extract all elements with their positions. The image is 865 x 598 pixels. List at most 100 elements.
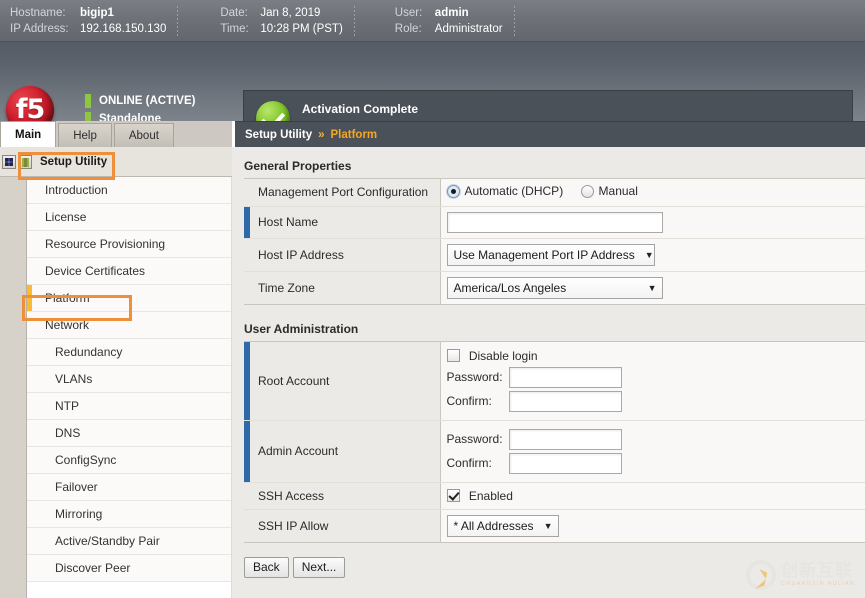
admin-account-label: Admin Account	[244, 420, 440, 482]
sidebar-item-license[interactable]: License	[27, 204, 231, 231]
ssh-access-label: SSH Access	[244, 482, 440, 509]
hostname-value: bigip1	[80, 5, 114, 21]
sidebar-item-mirroring[interactable]: Mirroring	[27, 501, 231, 528]
host-ip-value: Use Management Port IP Address ▼	[440, 238, 865, 271]
tab-about[interactable]: About	[114, 123, 174, 147]
host-info-group: Hostname: bigip1 IP Address: 192.168.150…	[0, 0, 178, 42]
radio-automatic-dhcp[interactable]: Automatic (DHCP)	[447, 184, 574, 198]
admin-account-value: Password: Confirm:	[440, 420, 865, 482]
root-password-input[interactable]	[509, 367, 622, 388]
ip-address-value: 192.168.150.130	[80, 21, 166, 37]
next-button[interactable]: Next...	[293, 557, 346, 578]
sidebar-item-device-certificates[interactable]: Device Certificates	[27, 258, 231, 285]
sidebar-item-active-standby-pair[interactable]: Active/Standby Pair	[27, 528, 231, 555]
host-ip-select[interactable]: Use Management Port IP Address ▼	[447, 244, 655, 266]
admin-password-input[interactable]	[509, 429, 622, 450]
admin-confirm-input[interactable]	[509, 453, 622, 474]
root-account-value: Disable login Password: Confirm:	[440, 341, 865, 420]
chevron-down-icon: ▼	[645, 250, 654, 260]
watermark-en-text: CHUANGXIN HULIAN	[781, 580, 855, 588]
host-ip-label: Host IP Address	[244, 238, 440, 271]
sidebar-item-redundancy[interactable]: Redundancy	[27, 339, 231, 366]
chevron-down-icon: ▼	[544, 521, 553, 531]
breadcrumb-current: Platform	[331, 129, 378, 141]
disable-login-label: Disable login	[469, 349, 538, 363]
root-disable-login-row[interactable]: Disable login	[447, 349, 865, 363]
sidebar-item-introduction[interactable]: Introduction	[27, 177, 231, 204]
sidebar-item-discover-peer[interactable]: Discover Peer	[27, 555, 231, 582]
table-row-ssh-access: SSH Access Enabled	[244, 482, 865, 509]
back-button[interactable]: Back	[244, 557, 289, 578]
management-port-label: Management Port Configuration	[244, 179, 440, 207]
time-zone-value: America/Los Angeles ▼	[440, 271, 865, 304]
sidebar-item-network[interactable]: Network	[27, 312, 231, 339]
ssh-enabled-label: Enabled	[469, 489, 513, 503]
disable-login-checkbox[interactable]	[447, 349, 460, 362]
setup-utility-header[interactable]: Setup Utility	[0, 147, 232, 177]
table-row-admin-account: Admin Account Password: Confirm:	[244, 420, 865, 482]
left-navigation-panel: Setup Utility Introduction License Resou…	[0, 147, 232, 598]
time-key: Time:	[220, 21, 260, 37]
date-value: Jan 8, 2019	[260, 5, 320, 21]
table-row-time-zone: Time Zone America/Los Angeles ▼	[244, 271, 865, 304]
user-key: User:	[395, 5, 435, 21]
radio-manual-icon[interactable]	[581, 185, 594, 198]
tab-main[interactable]: Main	[0, 121, 56, 147]
ssh-access-value[interactable]: Enabled	[440, 482, 865, 509]
sidebar-item-label: License	[45, 210, 86, 224]
pin-icon[interactable]	[18, 155, 32, 169]
radio-manual[interactable]: Manual	[581, 184, 648, 198]
sidebar-item-label: ConfigSync	[55, 453, 116, 467]
status-primary-label: ONLINE (ACTIVE)	[99, 95, 195, 107]
status-indicator-bar	[85, 94, 91, 108]
ssh-ip-allow-select[interactable]: * All Addresses ▼	[447, 515, 559, 537]
sidebar-item-configsync[interactable]: ConfigSync	[27, 447, 231, 474]
sidebar-item-label: DNS	[55, 426, 80, 440]
general-properties-table: Management Port Configuration Automatic …	[244, 178, 865, 305]
setup-utility-label: Setup Utility	[40, 156, 107, 168]
admin-confirm-row: Confirm:	[447, 453, 865, 474]
sidebar-item-dns[interactable]: DNS	[27, 420, 231, 447]
time-zone-selected-label: America/Los Angeles	[454, 281, 567, 295]
table-row-management-port: Management Port Configuration Automatic …	[244, 179, 865, 207]
grid-icon[interactable]	[2, 155, 16, 169]
sidebar-item-resource-provisioning[interactable]: Resource Provisioning	[27, 231, 231, 258]
host-name-value	[440, 206, 865, 238]
ssh-ip-allow-label: SSH IP Allow	[244, 509, 440, 542]
sidebar-item-label: Device Certificates	[45, 264, 145, 278]
radio-automatic-dhcp-icon[interactable]	[447, 185, 460, 198]
device-status-block: ONLINE (ACTIVE) Standalone	[85, 92, 195, 121]
activation-title: Activation Complete	[302, 101, 431, 118]
admin-password-row: Password:	[447, 429, 865, 450]
user-info-group: User: admin Role: Administrator	[385, 0, 515, 42]
sidebar-item-label: Introduction	[45, 183, 108, 197]
root-confirm-input[interactable]	[509, 391, 622, 412]
system-info-bar: Hostname: bigip1 IP Address: 192.168.150…	[0, 0, 865, 42]
sidebar-item-label: NTP	[55, 399, 79, 413]
time-zone-select[interactable]: America/Los Angeles ▼	[447, 277, 663, 299]
host-name-input[interactable]	[447, 212, 663, 233]
sidebar-nav-list: Introduction License Resource Provisioni…	[26, 177, 232, 598]
sidebar-item-platform[interactable]: Platform	[27, 285, 231, 312]
sidebar-item-failover[interactable]: Failover	[27, 474, 231, 501]
sidebar-item-label: Platform	[45, 291, 90, 305]
sidebar-item-label: Redundancy	[55, 345, 122, 359]
breadcrumb-root[interactable]: Setup Utility	[245, 129, 312, 141]
f5-logo-text: f5	[16, 96, 45, 122]
time-zone-label: Time Zone	[244, 271, 440, 304]
admin-password-label: Password:	[447, 432, 509, 446]
tab-help[interactable]: Help	[58, 123, 112, 147]
sidebar-item-ntp[interactable]: NTP	[27, 393, 231, 420]
host-name-label: Host Name	[244, 206, 440, 238]
chevron-down-icon: ▼	[648, 283, 657, 293]
ssh-enabled-checkbox[interactable]	[447, 489, 460, 502]
standalone-indicator-bar	[85, 112, 91, 121]
management-port-value: Automatic (DHCP) Manual	[440, 179, 865, 207]
sidebar-item-label: Active/Standby Pair	[55, 534, 160, 548]
sidebar-item-label: Mirroring	[55, 507, 102, 521]
sidebar-item-vlans[interactable]: VLANs	[27, 366, 231, 393]
hostname-key: Hostname:	[10, 5, 80, 21]
date-key: Date:	[220, 5, 260, 21]
radio-manual-label: Manual	[599, 184, 638, 198]
sidebar-item-label: Discover Peer	[55, 561, 130, 575]
